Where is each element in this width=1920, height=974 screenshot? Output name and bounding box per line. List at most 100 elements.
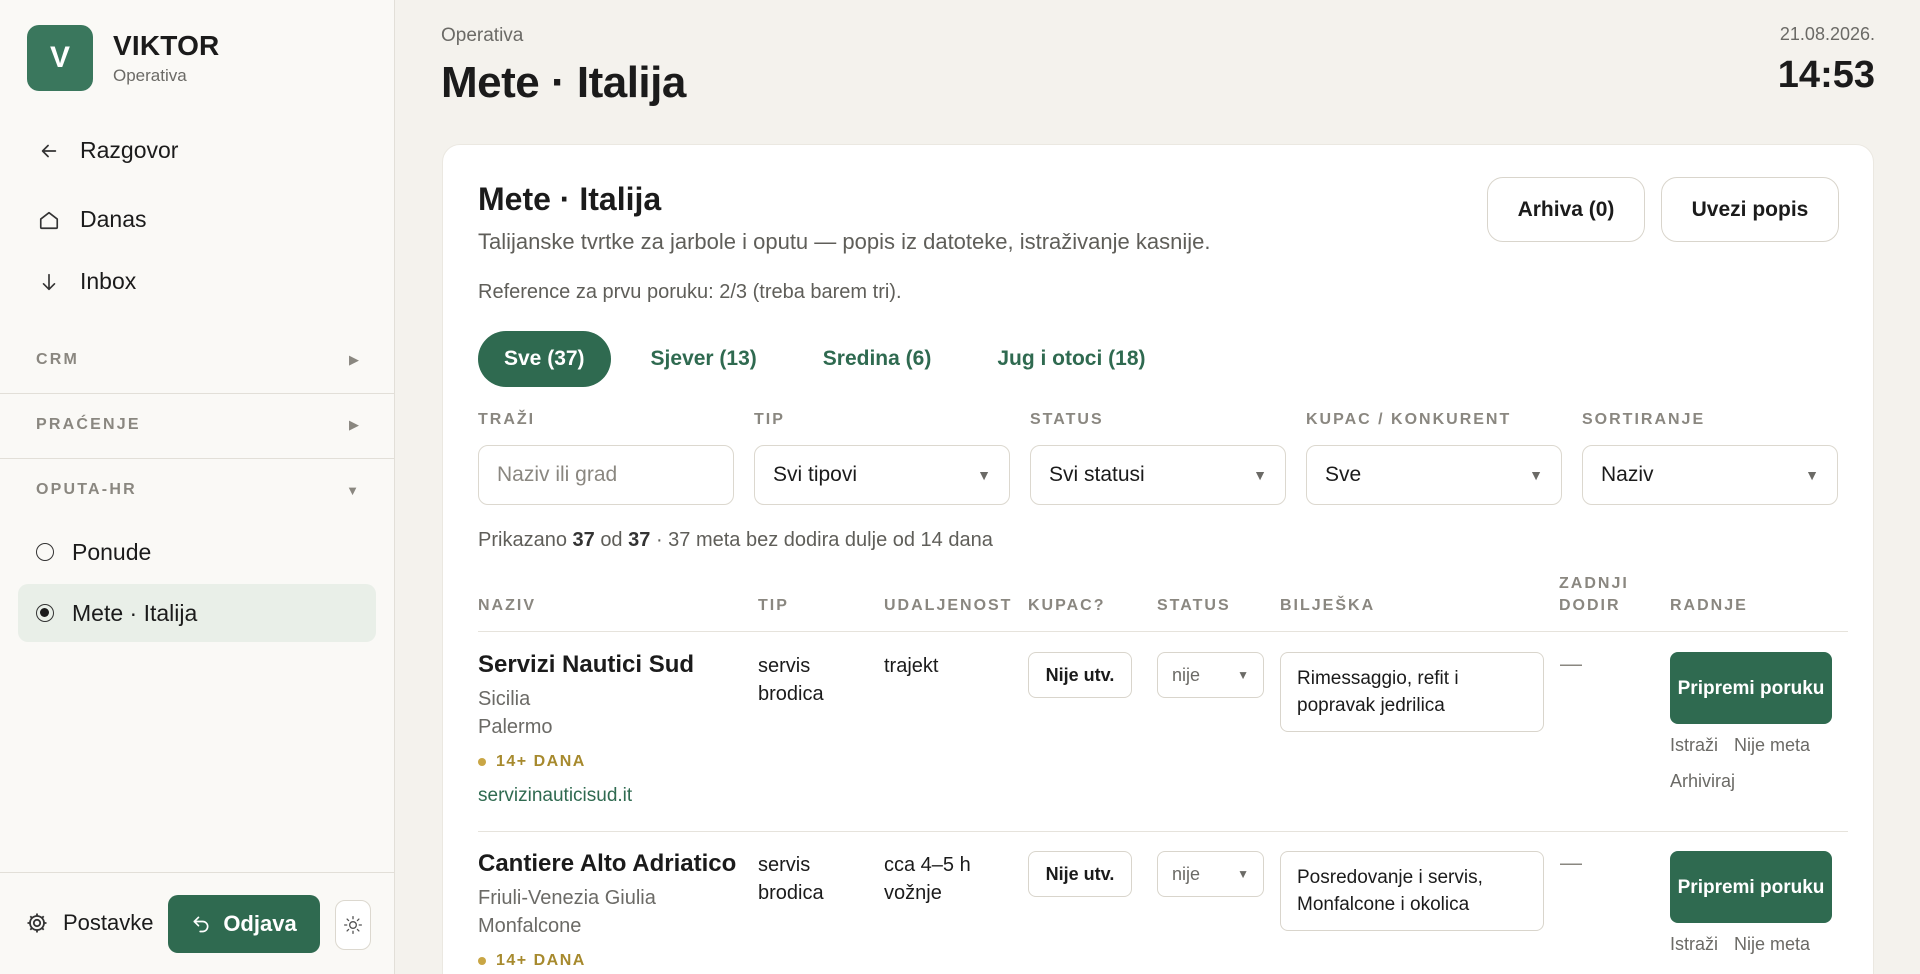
settings-button[interactable]: Postavke xyxy=(25,910,154,936)
header-divider xyxy=(478,631,1848,632)
card-description: Talijanske tvrtke za jarbole i oputu — p… xyxy=(478,229,1211,254)
archive-link[interactable]: Arhiviraj xyxy=(1670,771,1735,792)
row-divider xyxy=(478,831,1848,832)
prepare-message-button[interactable]: Pripremi poruku xyxy=(1670,652,1832,724)
select-value: Svi statusi xyxy=(1049,463,1145,486)
last-contact: — xyxy=(1560,850,1582,875)
caret-down-icon: ▼ xyxy=(1253,467,1267,483)
targets-card: Mete · Italija Talijanske tvrtke za jarb… xyxy=(442,144,1874,974)
count-shown: 37 xyxy=(572,529,595,551)
select-value: Naziv xyxy=(1601,463,1654,486)
company-website-link[interactable]: servizinauticisud.it xyxy=(478,785,632,807)
sidebar: V VIKTOR Operativa Razgovor Danas Inbox … xyxy=(0,0,395,974)
select-value: Svi tipovi xyxy=(773,463,858,486)
theme-toggle-button[interactable] xyxy=(335,900,371,950)
column-header-status: STATUS xyxy=(1157,597,1231,614)
select-value: Sve xyxy=(1325,463,1362,486)
prepare-message-button[interactable]: Pripremi poruku xyxy=(1670,851,1832,923)
row-status-select[interactable]: nije ▼ xyxy=(1157,851,1264,897)
logout-label: Odjava xyxy=(223,911,297,936)
count-prefix: Prikazano xyxy=(478,529,567,551)
brand: V VIKTOR Operativa xyxy=(27,25,219,91)
buyer-status-button[interactable]: Nije utv. xyxy=(1028,652,1132,698)
header-line: DODIR xyxy=(1559,597,1621,614)
count-suffix: · 37 meta bez dodira dulje od 14 dana xyxy=(655,529,993,551)
arrow-left-icon xyxy=(38,140,60,162)
current-time: 14:53 xyxy=(1777,54,1875,96)
not-target-link[interactable]: Nije meta xyxy=(1734,735,1810,756)
company-region: Sicilia xyxy=(478,688,531,710)
section-crm[interactable]: CRM ▶ xyxy=(0,328,395,392)
sidebar-item-label: Ponude xyxy=(72,538,152,565)
sidebar-item-mete-italija[interactable]: Mete · Italija xyxy=(18,584,376,642)
chevron-right-icon: ▶ xyxy=(349,352,359,367)
header-line: ZADNJI xyxy=(1559,575,1629,592)
section-label: CRM xyxy=(36,351,80,368)
column-header-zadnji-dodir: ZADNJI DODIR xyxy=(1559,573,1629,617)
company-type: servis brodica xyxy=(758,652,824,708)
caret-down-icon: ▼ xyxy=(977,467,991,483)
section-oputa-hr[interactable]: OPUTA-HR ▼ xyxy=(0,458,395,522)
sidebar-item-label: Mete · Italija xyxy=(72,599,198,626)
filter-search: TRAŽI Naziv ili grad xyxy=(478,411,734,505)
note-field[interactable]: Rimessaggio, refit i popravak jedrilica xyxy=(1280,652,1544,732)
buyer-select[interactable]: Sve ▼ xyxy=(1306,445,1562,505)
company-type: servis brodica xyxy=(758,851,824,907)
nav-item-razgovor[interactable]: Razgovor xyxy=(38,137,178,164)
company-region: Friuli-Venezia Giulia xyxy=(478,887,656,909)
brand-subtitle: Operativa xyxy=(113,66,187,85)
search-input[interactable]: Naziv ili grad xyxy=(478,445,734,505)
region-tabs: Sve (37) Sjever (13) Sredina (6) Jug i o… xyxy=(478,331,1186,387)
chevron-down-icon: ▼ xyxy=(346,482,359,498)
reference-note: Reference za prvu poruku: 2/3 (treba bar… xyxy=(478,281,902,303)
research-link[interactable]: Istraži xyxy=(1670,735,1718,756)
caret-down-icon: ▼ xyxy=(1237,867,1249,881)
filter-label: TRAŽI xyxy=(478,411,536,428)
filter-buyer: KUPAC / KONKURENT Sve ▼ xyxy=(1306,411,1562,505)
nav-item-label: Danas xyxy=(80,206,147,232)
arrow-down-icon xyxy=(38,271,60,293)
research-link[interactable]: Istraži xyxy=(1670,934,1718,955)
undo-icon xyxy=(193,916,209,933)
status-select[interactable]: Svi statusi ▼ xyxy=(1030,445,1286,505)
chevron-right-icon: ▶ xyxy=(349,417,359,432)
brand-name: VIKTOR xyxy=(113,30,220,61)
type-select[interactable]: Svi tipovi ▼ xyxy=(754,445,1010,505)
brand-logo: V xyxy=(27,25,93,91)
tab-sredina[interactable]: Sredina (6) xyxy=(797,331,958,387)
archive-button[interactable]: Arhiva (0) xyxy=(1487,177,1645,242)
company-name[interactable]: Cantiere Alto Adriatico xyxy=(478,850,736,878)
buyer-status-button[interactable]: Nije utv. xyxy=(1028,851,1132,897)
filter-status: STATUS Svi statusi ▼ xyxy=(1030,411,1286,505)
company-distance: cca 4–5 h vožnje xyxy=(884,851,971,907)
distance-line: vožnje xyxy=(884,882,942,904)
not-target-link[interactable]: Nije meta xyxy=(1734,934,1810,955)
tab-sjever[interactable]: Sjever (13) xyxy=(625,331,783,387)
sort-select[interactable]: Naziv ▼ xyxy=(1582,445,1838,505)
company-name[interactable]: Servizi Nautici Sud xyxy=(478,651,694,679)
sidebar-item-ponude[interactable]: Ponude xyxy=(18,523,376,581)
breadcrumb: Operativa xyxy=(441,25,524,46)
nav-item-inbox[interactable]: Inbox xyxy=(38,268,136,295)
distance-line: cca 4–5 h xyxy=(884,854,971,876)
result-count: Prikazano 37 od 37 · 37 meta bez dodira … xyxy=(478,529,993,552)
column-header-tip: TIP xyxy=(758,597,789,614)
nav-item-label: Inbox xyxy=(80,268,137,294)
filter-label: SORTIRANJE xyxy=(1582,411,1706,428)
note-field[interactable]: Posredovanje i servis, Monfalcone i okol… xyxy=(1280,851,1544,931)
filter-label: KUPAC / KONKURENT xyxy=(1306,411,1512,428)
settings-label: Postavke xyxy=(63,910,154,935)
caret-down-icon: ▼ xyxy=(1805,467,1819,483)
tab-sve[interactable]: Sve (37) xyxy=(478,331,611,387)
stale-badge: 14+ DANA xyxy=(478,753,586,771)
section-pracenje[interactable]: PRAĆENJE ▶ xyxy=(0,393,395,457)
radio-icon xyxy=(36,543,54,561)
column-header-biljeska: BILJEŠKA xyxy=(1280,597,1376,614)
last-contact: — xyxy=(1560,651,1582,676)
nav-item-danas[interactable]: Danas xyxy=(38,206,146,233)
company-city: Monfalcone xyxy=(478,915,582,937)
row-status-select[interactable]: nije ▼ xyxy=(1157,652,1264,698)
logout-button[interactable]: Odjava xyxy=(168,895,320,953)
import-list-button[interactable]: Uvezi popis xyxy=(1661,177,1839,242)
tab-jug-i-otoci[interactable]: Jug i otoci (18) xyxy=(971,331,1171,387)
